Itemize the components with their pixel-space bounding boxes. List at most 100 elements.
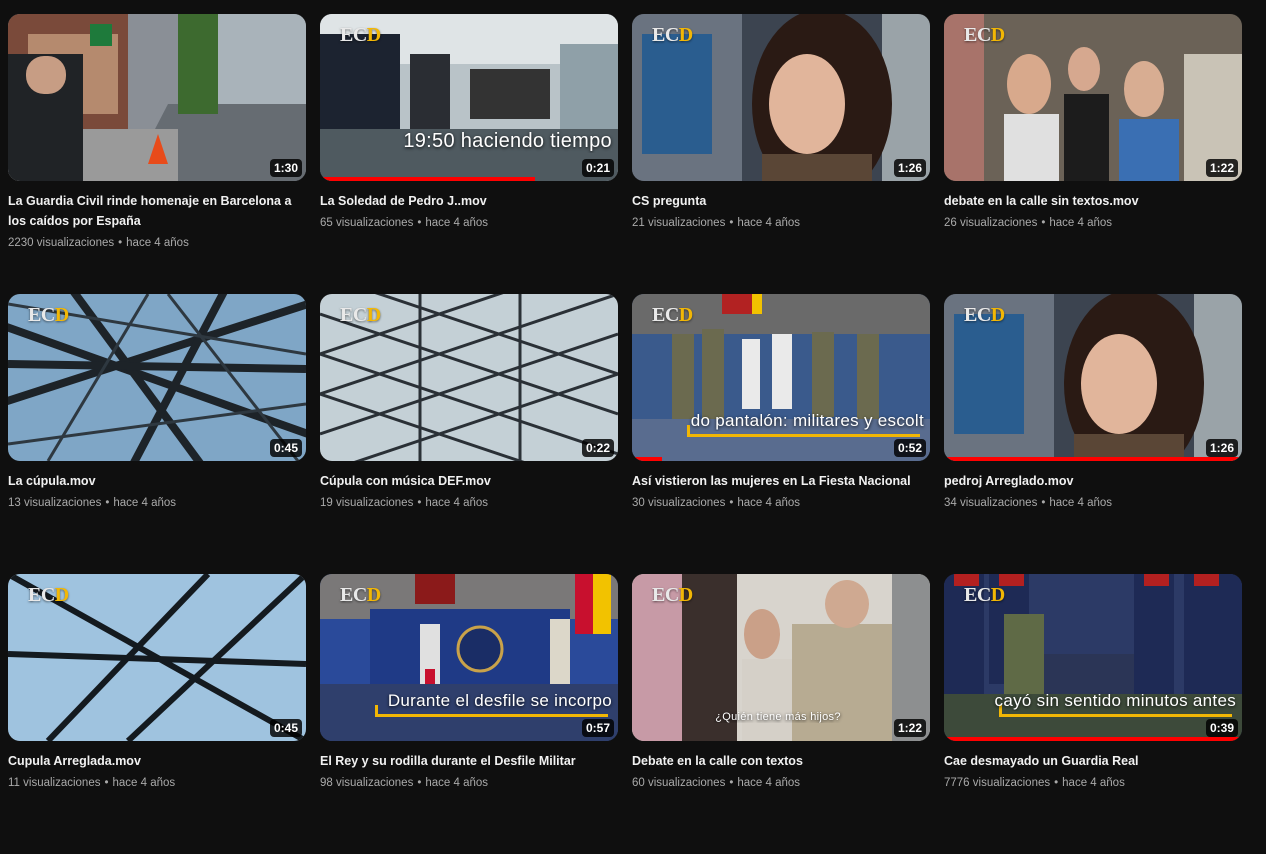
video-card[interactable]: ECD 0:22 Cúpula con música DEF.mov 19 visua…	[320, 294, 618, 574]
duration-badge: 0:52	[893, 439, 926, 457]
video-metadata: 65 visualizaciones • hace 4 años	[320, 215, 618, 231]
duration-badge: 0:39	[1205, 719, 1238, 737]
caption-underline	[375, 705, 608, 717]
upload-age: hace 4 años	[113, 497, 177, 509]
upload-age: hace 4 años	[425, 777, 489, 789]
video-metadata: 13 visualizaciones • hace 4 años	[8, 495, 306, 511]
video-thumbnail[interactable]: ECD 0:45	[8, 294, 306, 461]
video-metadata: 19 visualizaciones • hace 4 años	[320, 495, 618, 511]
channel-watermark-logo: ECD	[340, 304, 381, 326]
video-card[interactable]: ECD ¿Quién tiene más hijos? 1:22 Debate en …	[632, 574, 930, 854]
channel-watermark-logo: ECD	[964, 304, 1005, 326]
view-count: 34 visualizaciones	[944, 497, 1038, 509]
watch-progress-bar	[632, 457, 662, 461]
video-thumbnail[interactable]: ECD 1:22	[944, 14, 1242, 181]
video-metadata: 30 visualizaciones • hace 4 años	[632, 495, 930, 511]
channel-watermark-logo: ECD	[964, 584, 1005, 606]
watch-progress-bar	[320, 177, 535, 181]
channel-watermark-logo: ECD	[652, 584, 693, 606]
video-metadata: 26 visualizaciones • hace 4 años	[944, 215, 1242, 231]
video-title[interactable]: debate en la calle sin textos.mov	[944, 191, 1242, 211]
video-title[interactable]: Debate en la calle con textos	[632, 751, 930, 771]
thumbnail-caption: Durante el desfile se incorpo	[387, 691, 612, 710]
channel-watermark-logo: ECD	[340, 584, 381, 606]
video-thumbnail[interactable]: ECD 0:22	[320, 294, 618, 461]
video-metadata: 60 visualizaciones • hace 4 años	[632, 775, 930, 791]
metadata-separator: •	[729, 497, 734, 509]
video-thumbnail[interactable]: ECD do pantalón: militares y escolt 0:52	[632, 294, 930, 461]
video-title[interactable]: La Soledad de Pedro J..mov	[320, 191, 618, 211]
video-card[interactable]: ECD 19:50 haciendo tiempo 0:21 La Soledad d…	[320, 14, 618, 294]
metadata-separator: •	[105, 497, 110, 509]
video-card[interactable]: ECD cayó sin sentido minutos antes 0:39 Cae…	[944, 574, 1242, 854]
video-card[interactable]: ECD 1:26 pedroj Arreglado.mov 34 visualizac…	[944, 294, 1242, 574]
video-thumbnail[interactable]: ECD 0:45	[8, 574, 306, 741]
upload-age: hace 4 años	[425, 217, 489, 229]
metadata-separator: •	[417, 217, 422, 229]
view-count: 11 visualizaciones	[8, 777, 101, 789]
video-card[interactable]: ECD 0:45 Cupula Arreglada.mov 11 visualizac…	[8, 574, 306, 854]
video-title[interactable]: pedroj Arreglado.mov	[944, 471, 1242, 491]
video-metadata: 98 visualizaciones • hace 4 años	[320, 775, 618, 791]
channel-watermark-logo: ECD	[964, 24, 1005, 46]
view-count: 98 visualizaciones	[320, 777, 414, 789]
video-thumbnail[interactable]: ECD 1:26	[632, 14, 930, 181]
view-count: 30 visualizaciones	[632, 497, 726, 509]
metadata-separator: •	[417, 777, 422, 789]
video-metadata: 34 visualizaciones • hace 4 años	[944, 495, 1242, 511]
video-card[interactable]: ECD 0:45 La cúpula.mov 13 visualizaciones • h…	[8, 294, 306, 574]
video-thumbnail[interactable]: ECD Durante el desfile se incorpo 0:57	[320, 574, 618, 741]
video-title[interactable]: El Rey y su rodilla durante el Desfile M…	[320, 751, 618, 771]
caption-underline	[687, 425, 920, 437]
upload-age: hace 4 años	[425, 497, 489, 509]
video-metadata: 21 visualizaciones • hace 4 años	[632, 215, 930, 231]
video-card[interactable]: ECD 1:22 debate en la calle sin textos.mov…	[944, 14, 1242, 294]
duration-badge: 0:57	[581, 719, 614, 737]
view-count: 19 visualizaciones	[320, 497, 414, 509]
caption-underline	[999, 705, 1232, 717]
video-card[interactable]: ECD Durante el desfile se incorpo 0:57 El R…	[320, 574, 618, 854]
duration-badge: 1:26	[1205, 439, 1238, 457]
video-thumbnail[interactable]: ECD ¿Quién tiene más hijos? 1:22	[632, 574, 930, 741]
watch-progress-bar	[944, 737, 1242, 741]
view-count: 2230 visualizaciones	[8, 237, 115, 249]
thumbnail-caption: 19:50 haciendo tiempo	[403, 130, 612, 152]
metadata-separator: •	[104, 777, 109, 789]
channel-watermark-logo: ECD	[28, 584, 69, 606]
video-metadata: 11 visualizaciones • hace 4 años	[8, 775, 306, 791]
video-card[interactable]: ECD do pantalón: militares y escolt 0:52 As…	[632, 294, 930, 574]
video-title[interactable]: Así vistieron las mujeres en La Fiesta N…	[632, 471, 930, 491]
video-thumbnail[interactable]: ECD 19:50 haciendo tiempo 0:21	[320, 14, 618, 181]
duration-badge: 1:30	[269, 159, 302, 177]
upload-age: hace 4 años	[126, 237, 189, 249]
metadata-separator: •	[729, 217, 734, 229]
video-metadata: 2230 visualizaciones • hace 4 años	[8, 235, 306, 251]
video-title[interactable]: La Guardia Civil rinde homenaje en Barce…	[8, 191, 306, 231]
duration-badge: 0:22	[581, 439, 614, 457]
duration-badge: 0:45	[269, 719, 302, 737]
video-thumbnail[interactable]: ECD cayó sin sentido minutos antes 0:39	[944, 574, 1242, 741]
duration-badge: 1:22	[893, 719, 926, 737]
video-title[interactable]: Cúpula con música DEF.mov	[320, 471, 618, 491]
duration-badge: 1:26	[893, 159, 926, 177]
metadata-separator: •	[417, 497, 422, 509]
video-title[interactable]: La cúpula.mov	[8, 471, 306, 491]
video-card[interactable]: 1:30 La Guardia Civil rinde homenaje en B…	[8, 14, 306, 294]
thumbnail-caption: ¿Quién tiene más hijos?	[715, 711, 841, 723]
upload-age: hace 4 años	[112, 777, 176, 789]
video-title[interactable]: Cupula Arreglada.mov	[8, 751, 306, 771]
thumbnail-caption: cayó sin sentido minutos antes	[994, 691, 1236, 710]
view-count: 60 visualizaciones	[632, 777, 726, 789]
video-title[interactable]: Cae desmayado un Guardia Real	[944, 751, 1242, 771]
view-count: 13 visualizaciones	[8, 497, 102, 509]
channel-watermark-logo: ECD	[28, 304, 69, 326]
video-metadata: 7776 visualizaciones • hace 4 años	[944, 775, 1242, 791]
video-thumbnail[interactable]: ECD 1:26	[944, 294, 1242, 461]
video-thumbnail[interactable]: 1:30	[8, 14, 306, 181]
upload-age: hace 4 años	[737, 497, 801, 509]
channel-watermark-logo: ECD	[652, 304, 693, 326]
video-card[interactable]: ECD 1:26 CS pregunta 21 visualizaciones • hac…	[632, 14, 930, 294]
duration-badge: 0:21	[581, 159, 614, 177]
metadata-separator: •	[1041, 497, 1046, 509]
video-title[interactable]: CS pregunta	[632, 191, 930, 211]
